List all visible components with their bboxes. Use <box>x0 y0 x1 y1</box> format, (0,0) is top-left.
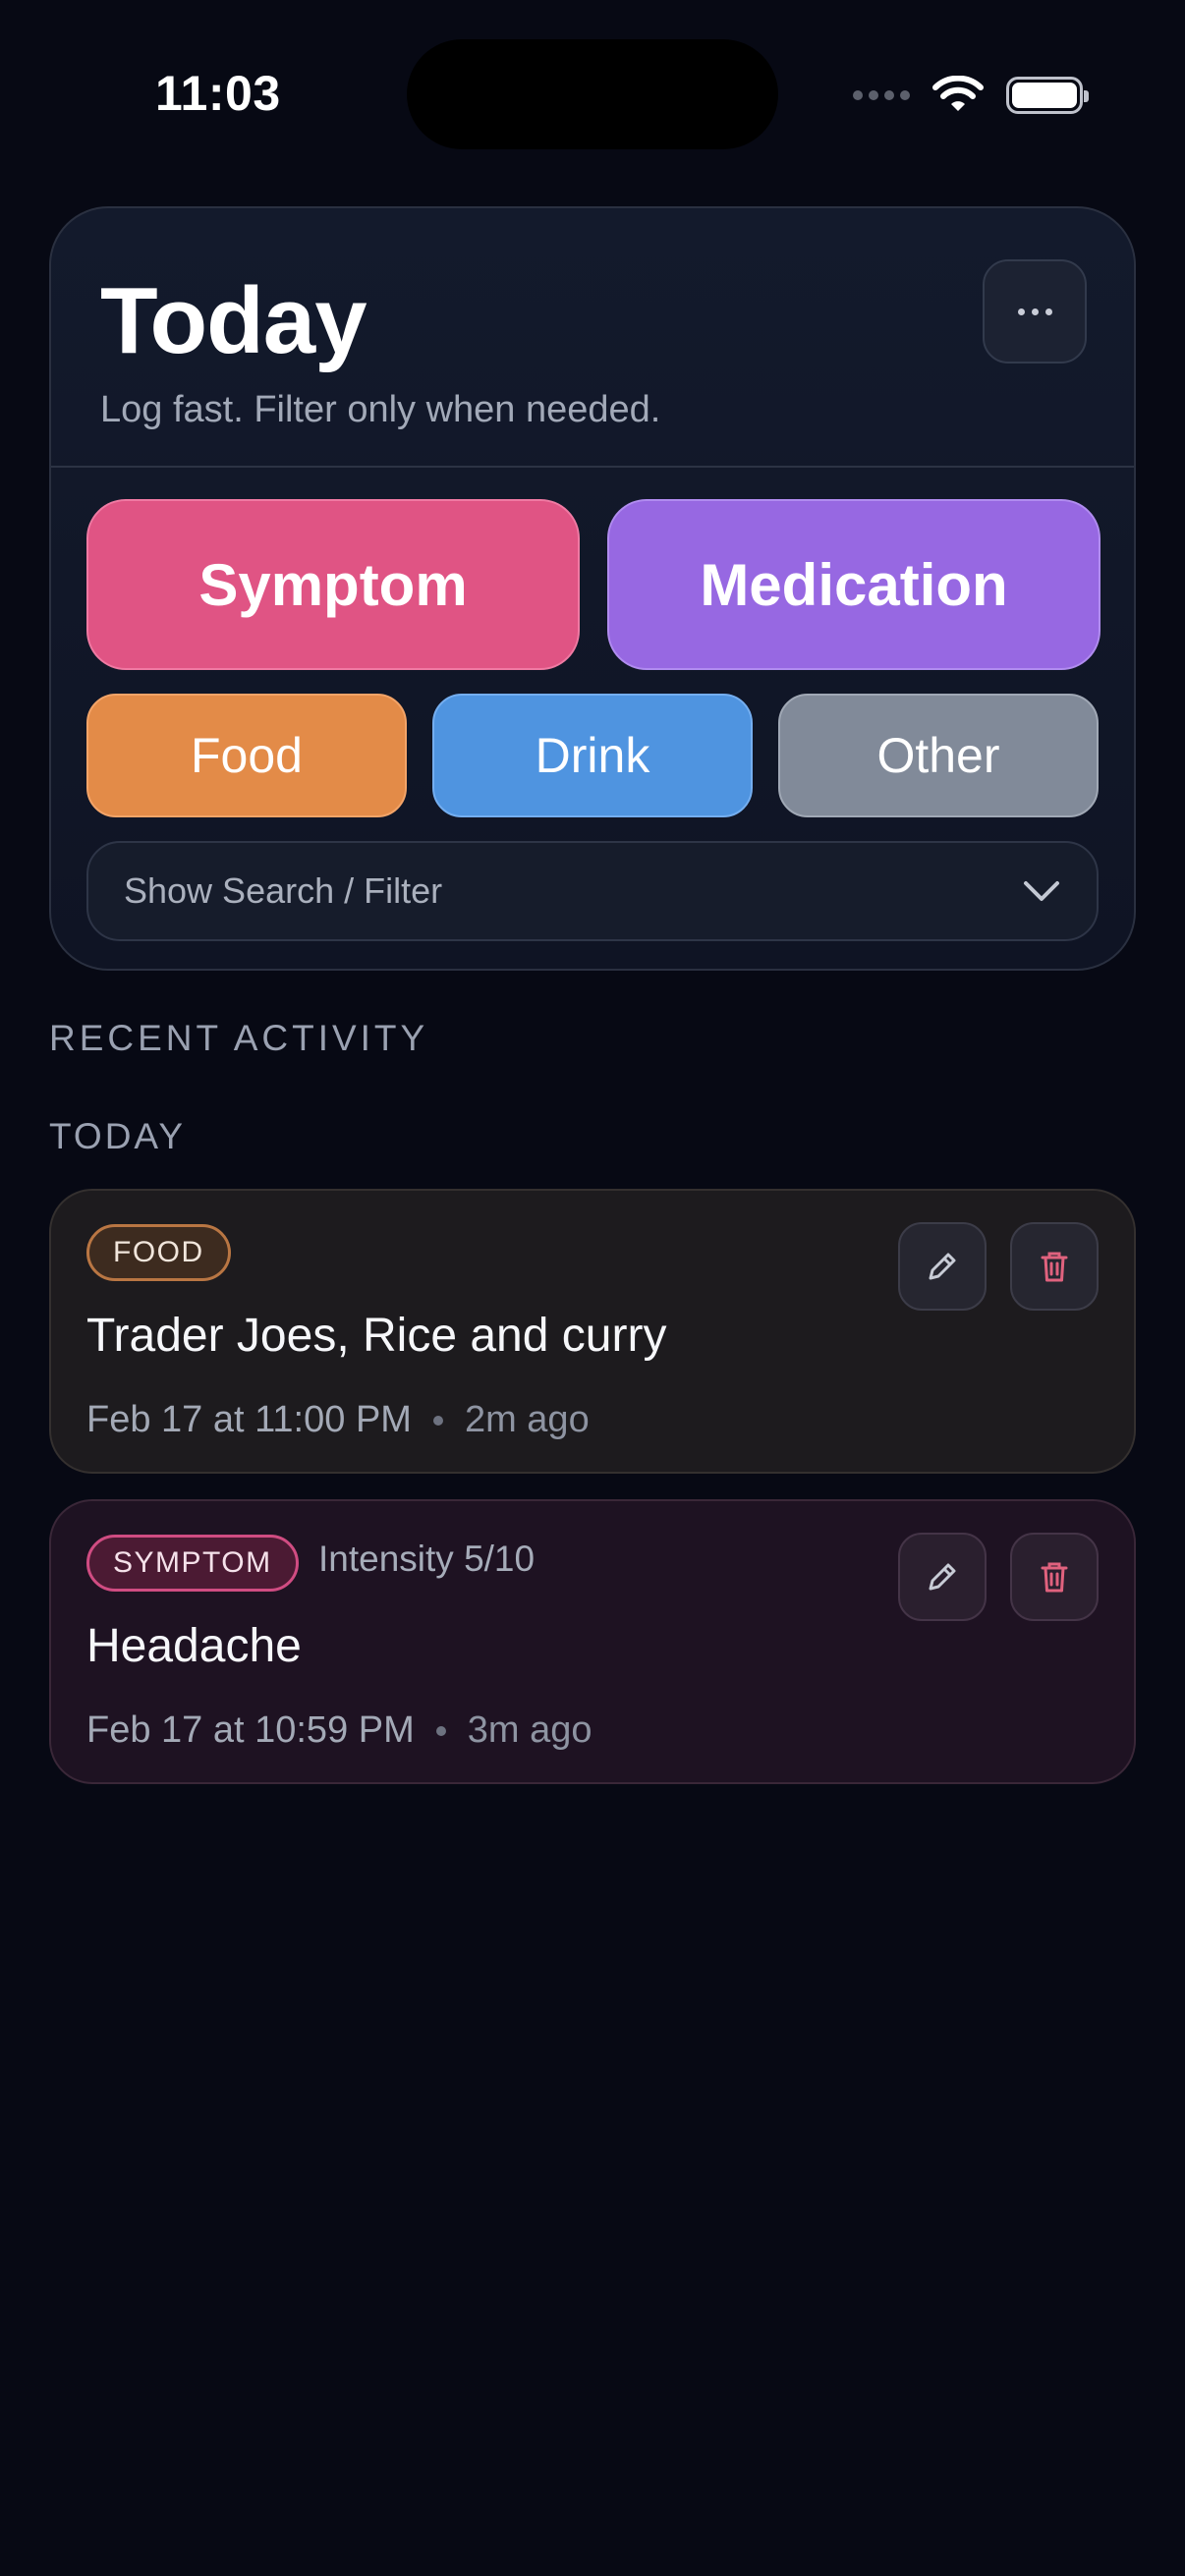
pencil-icon <box>929 1563 956 1591</box>
activity-entry[interactable]: SYMPTOM Intensity 5/10 Headache Feb 17 a… <box>49 1499 1136 1784</box>
edit-entry-button[interactable] <box>898 1533 987 1621</box>
entry-title: Trader Joes, Rice and curry <box>86 1310 667 1362</box>
search-filter-toggle[interactable]: Show Search / Filter <box>86 841 1099 941</box>
pencil-icon <box>929 1253 956 1280</box>
chevron-down-icon <box>1024 881 1059 901</box>
entry-relative-time: 3m ago <box>467 1709 592 1751</box>
trash-icon <box>1041 1252 1068 1282</box>
log-drink-button[interactable]: Drink <box>432 694 753 817</box>
today-group-heading: TODAY <box>49 1116 187 1156</box>
entry-timestamp: Feb 17 at 10:59 PM <box>86 1709 415 1751</box>
filter-toggle-label: Show Search / Filter <box>124 870 443 911</box>
entry-meta: Feb 17 at 11:00 PM 2m ago <box>86 1399 590 1441</box>
category-badge: FOOD <box>86 1224 231 1281</box>
wifi-icon <box>932 76 984 111</box>
cellular-signal-icon <box>853 90 910 100</box>
delete-entry-button[interactable] <box>1010 1222 1099 1311</box>
status-time: 11:03 <box>155 66 281 121</box>
entry-title: Headache <box>86 1620 302 1672</box>
entry-intensity: Intensity 5/10 <box>318 1539 536 1579</box>
ellipsis-icon <box>1017 308 1052 315</box>
entry-timestamp: Feb 17 at 11:00 PM <box>86 1399 412 1440</box>
separator-dot <box>432 1415 443 1426</box>
entry-meta: Feb 17 at 10:59 PM 3m ago <box>86 1709 592 1752</box>
activity-entry[interactable]: FOOD Trader Joes, Rice and curry Feb 17 … <box>49 1189 1136 1474</box>
log-symptom-button[interactable]: Symptom <box>86 499 580 670</box>
page-title: Today <box>100 268 367 373</box>
delete-entry-button[interactable] <box>1010 1533 1099 1621</box>
log-medication-button[interactable]: Medication <box>607 499 1100 670</box>
status-icons <box>853 73 1089 118</box>
log-other-button[interactable]: Other <box>778 694 1099 817</box>
trash-icon <box>1041 1562 1068 1593</box>
app-screen: 11:03 Today Log fast. Filter only when n… <box>0 0 1185 2576</box>
more-options-button[interactable] <box>983 259 1087 364</box>
separator-dot <box>435 1725 446 1736</box>
log-food-button[interactable]: Food <box>86 694 407 817</box>
page-subtitle: Log fast. Filter only when needed. <box>100 389 661 430</box>
battery-icon <box>1006 77 1089 114</box>
card-divider <box>51 466 1134 468</box>
edit-entry-button[interactable] <box>898 1222 987 1311</box>
category-badge: SYMPTOM <box>86 1535 299 1592</box>
entry-relative-time: 2m ago <box>464 1399 590 1440</box>
quick-log-card: Today Log fast. Filter only when needed.… <box>49 206 1136 971</box>
dynamic-island <box>407 39 778 149</box>
recent-activity-heading: RECENT ACTIVITY <box>49 1018 429 1058</box>
